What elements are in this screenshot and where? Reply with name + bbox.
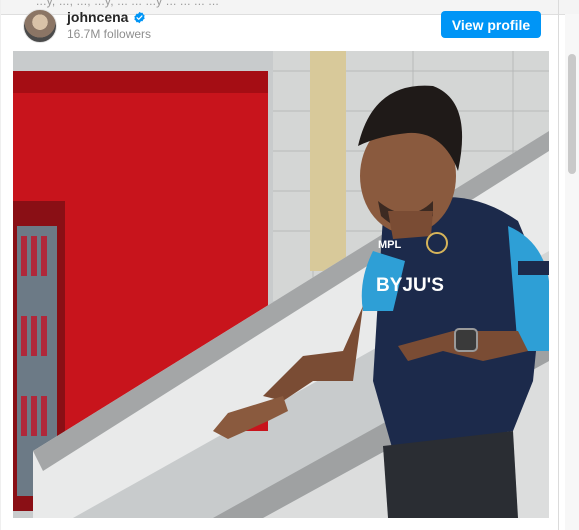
view-profile-button[interactable]: View profile (441, 11, 541, 38)
sponsor-logo: MPL (378, 239, 402, 251)
photo-illustration: MPL BYJU'S (13, 51, 549, 518)
verified-badge-icon (134, 11, 146, 23)
scrollbar-thumb[interactable] (568, 54, 576, 174)
username[interactable]: johncena (67, 9, 128, 25)
username-row[interactable]: johncena (67, 9, 146, 25)
followers-count: 16.7M followers (67, 27, 152, 41)
profile-avatar[interactable] (23, 9, 57, 43)
post-photo[interactable]: MPL BYJU'S (13, 51, 549, 518)
shirt-brand-logo: BYJU'S (376, 275, 444, 296)
page-scrollbar[interactable] (565, 14, 579, 530)
instagram-embed-card: johncena 16.7M followers View profile MP… (0, 0, 559, 530)
